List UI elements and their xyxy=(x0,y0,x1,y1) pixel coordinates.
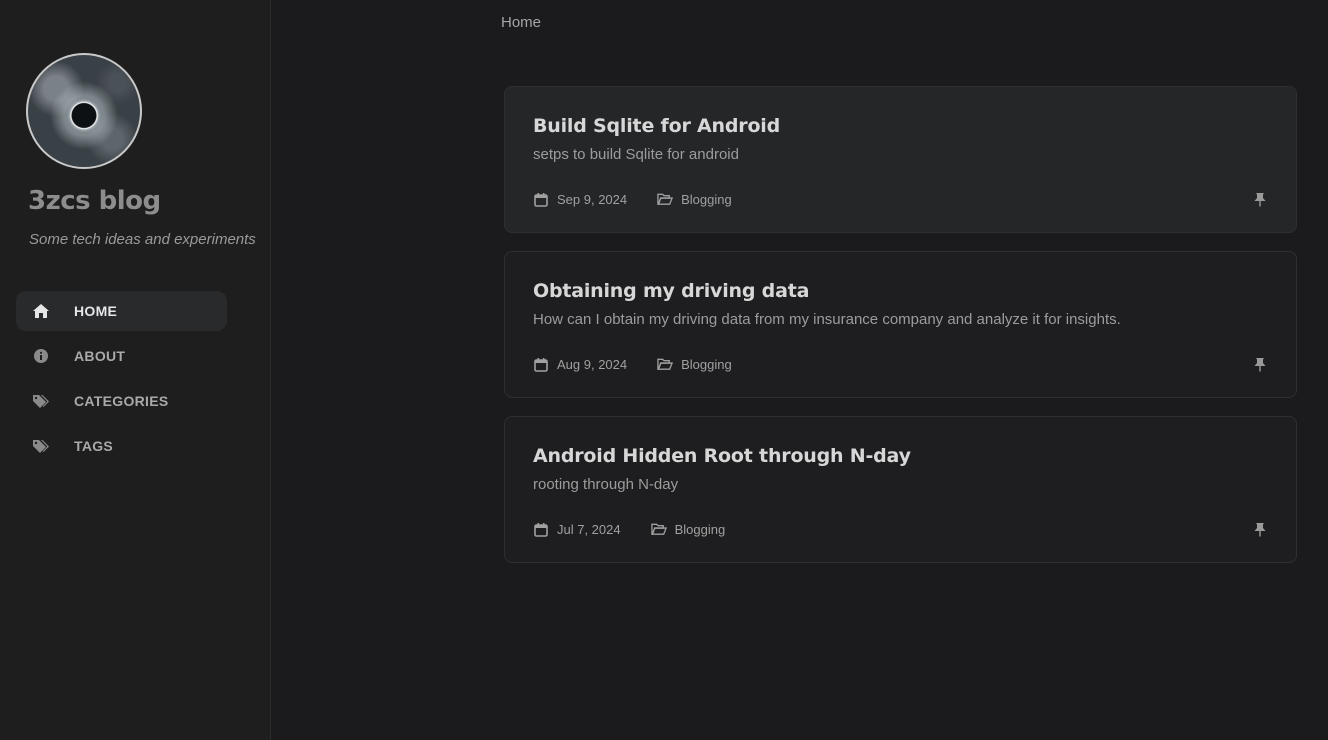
post-card[interactable]: Android Hidden Root through N-day rootin… xyxy=(504,416,1297,563)
post-title[interactable]: Obtaining my driving data xyxy=(533,280,1268,302)
calendar-icon xyxy=(533,521,549,537)
folder-open-icon xyxy=(657,356,674,372)
post-meta: Sep 9, 2024 Blogging xyxy=(533,191,732,207)
sidebar-item-tags[interactable]: TAGS xyxy=(16,426,227,466)
pin-icon xyxy=(1252,521,1268,537)
site-subtitle: Some tech ideas and experiments xyxy=(29,231,256,248)
pin-icon xyxy=(1252,356,1268,372)
post-title[interactable]: Build Sqlite for Android xyxy=(533,115,1268,137)
sidebar-item-label: TAGS xyxy=(74,438,114,454)
sidebar-item-label: ABOUT xyxy=(74,348,126,364)
tags-icon xyxy=(32,437,50,455)
post-description: rooting through N-day xyxy=(533,476,679,493)
post-meta: Aug 9, 2024 Blogging xyxy=(533,356,732,372)
sidebar-item-about[interactable]: ABOUT xyxy=(16,336,227,376)
sidebar-item-label: CATEGORIES xyxy=(74,393,169,409)
sidebar-nav: HOME ABOUT CATEGORIES TAGS xyxy=(16,291,227,471)
post-title[interactable]: Android Hidden Root through N-day xyxy=(533,445,1268,467)
post-date: Sep 9, 2024 xyxy=(557,191,628,207)
post-category[interactable]: Blogging xyxy=(681,192,732,207)
sidebar-item-label: HOME xyxy=(74,303,118,319)
sidebar-item-categories[interactable]: CATEGORIES xyxy=(16,381,227,421)
site-title[interactable]: 3zcs blog xyxy=(28,186,161,216)
info-icon xyxy=(32,347,50,365)
calendar-icon xyxy=(533,356,549,372)
folder-open-icon xyxy=(650,521,667,537)
home-icon xyxy=(32,302,50,320)
post-category[interactable]: Blogging xyxy=(681,357,732,372)
post-description: setps to build Sqlite for android xyxy=(533,146,739,163)
folder-open-icon xyxy=(657,191,674,207)
post-category[interactable]: Blogging xyxy=(675,522,726,537)
post-description: How can I obtain my driving data from my… xyxy=(533,311,1121,328)
breadcrumb: Home xyxy=(501,14,542,31)
sidebar-item-home[interactable]: HOME xyxy=(16,291,227,331)
avatar[interactable] xyxy=(26,53,142,169)
sidebar: 3zcs blog Some tech ideas and experiment… xyxy=(0,0,271,740)
post-card[interactable]: Build Sqlite for Android setps to build … xyxy=(504,86,1297,233)
post-list: Build Sqlite for Android setps to build … xyxy=(504,86,1297,581)
post-card[interactable]: Obtaining my driving data How can I obta… xyxy=(504,251,1297,398)
post-date: Aug 9, 2024 xyxy=(557,356,628,372)
pin-icon xyxy=(1252,191,1268,207)
post-date: Jul 7, 2024 xyxy=(557,521,621,537)
tags-icon xyxy=(32,392,50,410)
calendar-icon xyxy=(533,191,549,207)
post-meta: Jul 7, 2024 Blogging xyxy=(533,521,725,537)
